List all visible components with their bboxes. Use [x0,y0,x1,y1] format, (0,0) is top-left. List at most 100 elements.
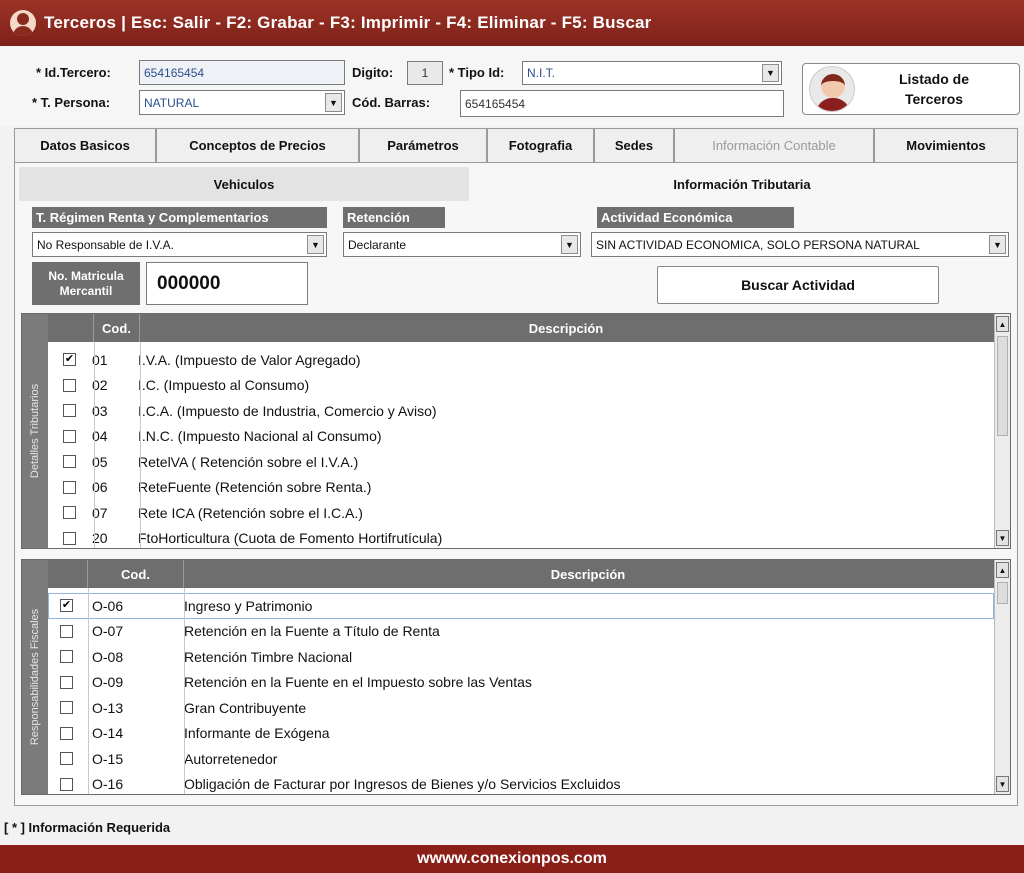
row-description: Gran Contribuyente [184,699,307,716]
id-tercero-input[interactable]: 654165454 [139,60,345,85]
buscar-actividad-button[interactable]: Buscar Actividad [657,266,939,304]
table-row[interactable]: O-07 Retención en la Fuente a Título de R… [48,619,994,645]
row-cod: O-14 [92,725,124,742]
responsabilidades-scrollbar[interactable]: ▲ ▼ [994,560,1010,794]
title-bar: Terceros | Esc: Salir - F2: Grabar - F3:… [0,0,1024,46]
grid-divider [140,342,141,548]
chevron-down-icon: ▼ [989,235,1006,254]
tab-conceptos-precios[interactable]: Conceptos de Precios [156,128,359,162]
digito-label: Digito: [352,65,394,80]
table-row[interactable]: 03 I.C.A. (Impuesto de Industria, Comerci… [48,398,994,424]
table-row[interactable]: 02 I.C. (Impuesto al Consumo) [48,373,994,399]
row-checkbox[interactable] [63,429,76,443]
regimen-select[interactable]: No Responsable de I.V.A. ▼ [32,232,327,257]
row-checkbox[interactable] [63,480,76,494]
cod-barras-label: Cód. Barras: [352,95,431,110]
row-cod: O-16 [92,776,124,793]
responsabilidades-col-cod: Cod. [88,560,184,588]
table-row[interactable]: O-09 Retención en la Fuente en el Impuest… [48,670,994,696]
table-row[interactable]: 04 I.N.C. (Impuesto Nacional al Consumo) [48,424,994,450]
tab-fotografia[interactable]: Fotografia [487,128,594,162]
detalles-col-desc: Descripción [528,320,604,336]
table-row[interactable]: O-16 Obligación de Facturar por Ingresos … [48,772,994,798]
row-description: Rete ICA (Retención sobre el I.C.A.) [138,504,363,521]
table-row[interactable]: O-14 Informante de Exógena [48,721,994,747]
row-checkbox[interactable]: ✔ [60,599,73,613]
detalles-tributarios-grid: Detalles Tributarios Cod. Descripción ✔ 0… [21,313,1011,549]
tab-parametros[interactable]: Parámetros [359,128,487,162]
table-row[interactable]: ✔ O-06 Ingreso y Patrimonio [48,593,994,619]
row-checkbox[interactable] [60,701,73,715]
matricula-label: No. Matricula Mercantil [32,262,140,305]
row-cod: O-13 [92,699,124,716]
digito-input[interactable]: 1 [407,61,443,85]
t-persona-select[interactable]: NATURAL ▼ [139,90,345,115]
row-checkbox[interactable] [60,726,73,740]
row-description: Retención Timbre Nacional [184,648,353,665]
row-cod: O-15 [92,750,124,767]
row-checkbox[interactable] [60,650,73,664]
scroll-down-icon[interactable]: ▼ [996,776,1009,792]
tipo-id-label: * Tipo Id: [449,65,505,80]
regimen-label: T. Régimen Renta y Complementarios [32,207,327,228]
row-description: Ingreso y Patrimonio [184,597,313,614]
scroll-down-icon[interactable]: ▼ [996,530,1009,546]
tab-sedes[interactable]: Sedes [594,128,674,162]
matricula-input[interactable]: 000000 [146,262,308,305]
row-description: I.C.A. (Impuesto de Industria, Comercio … [138,402,437,419]
cod-barras-input[interactable]: 654165454 [460,90,784,117]
row-checkbox[interactable] [60,752,73,766]
row-cod: O-09 [92,674,124,691]
tipo-id-select[interactable]: N.I.T. ▼ [522,61,782,85]
scroll-thumb[interactable] [997,336,1008,436]
retencion-label: Retención [343,207,445,228]
row-checkbox[interactable]: ✔ [63,353,76,367]
listado-label-line2: Terceros [904,91,964,107]
retencion-select[interactable]: Declarante ▼ [343,232,581,257]
row-description: Retención en la Fuente a Título de Renta [184,623,440,640]
table-row[interactable]: ✔ 01 I.V.A. (Impuesto de Valor Agregado) [48,347,994,373]
row-checkbox[interactable] [63,404,76,418]
scroll-up-icon[interactable]: ▲ [996,316,1009,332]
table-row[interactable]: 05 RetelVA ( Retención sobre el I.V.A.) [48,449,994,475]
footer-url[interactable]: wwww.conexionpos.com [417,850,607,868]
row-checkbox[interactable] [63,531,76,545]
table-row[interactable]: O-13 Gran Contribuyente [48,695,994,721]
responsabilidades-grid-header: Cod. Descripción [48,560,994,588]
tab-datos-basicos[interactable]: Datos Basicos [14,128,156,162]
row-checkbox[interactable] [63,455,76,469]
table-row[interactable]: O-08 Retención Timbre Nacional [48,644,994,670]
detalles-col-cod: Cod. [94,314,140,342]
table-row[interactable]: 20 FtoHorticultura (Cuota de Fomento Hort… [48,526,994,552]
grid-divider [88,588,89,794]
listado-terceros-button[interactable]: Listado de Terceros [802,63,1020,115]
table-row[interactable]: 06 ReteFuente (Retención sobre Renta.) [48,475,994,501]
person-icon [809,66,855,112]
detalles-scrollbar[interactable]: ▲ ▼ [994,314,1010,548]
table-row[interactable]: O-15 Autorretenedor [48,746,994,772]
scroll-up-icon[interactable]: ▲ [996,562,1009,578]
row-description: I.C. (Impuesto al Consumo) [138,377,310,394]
row-description: I.V.A. (Impuesto de Valor Agregado) [138,351,361,368]
tab-movimientos[interactable]: Movimientos [874,128,1018,162]
grid-divider [184,588,185,794]
row-checkbox[interactable] [60,624,73,638]
row-cod: O-07 [92,623,124,640]
row-checkbox[interactable] [60,675,73,689]
listado-label-line1: Listado de [898,71,969,87]
subtab-informacion-tributaria[interactable]: Información Tributaria [469,167,1015,201]
actividad-select[interactable]: SIN ACTIVIDAD ECONOMICA, SOLO PERSONA NA… [591,232,1009,257]
row-description: RetelVA ( Retención sobre el I.V.A.) [138,453,359,470]
chevron-down-icon: ▼ [325,93,342,112]
chevron-down-icon: ▼ [307,235,324,254]
row-checkbox[interactable] [60,777,73,791]
responsabilidades-fiscales-grid: Responsabilidades Fiscales Cod. Descripc… [21,559,1011,795]
scroll-thumb[interactable] [997,582,1008,604]
chevron-down-icon: ▼ [762,64,779,82]
chevron-down-icon: ▼ [561,235,578,254]
row-checkbox[interactable] [63,378,76,392]
required-info-note: [ * ] Información Requerida [4,820,171,835]
table-row[interactable]: 07 Rete ICA (Retención sobre el I.C.A.) [48,500,994,526]
subtab-vehiculos[interactable]: Vehiculos [19,167,469,201]
row-checkbox[interactable] [63,506,76,520]
